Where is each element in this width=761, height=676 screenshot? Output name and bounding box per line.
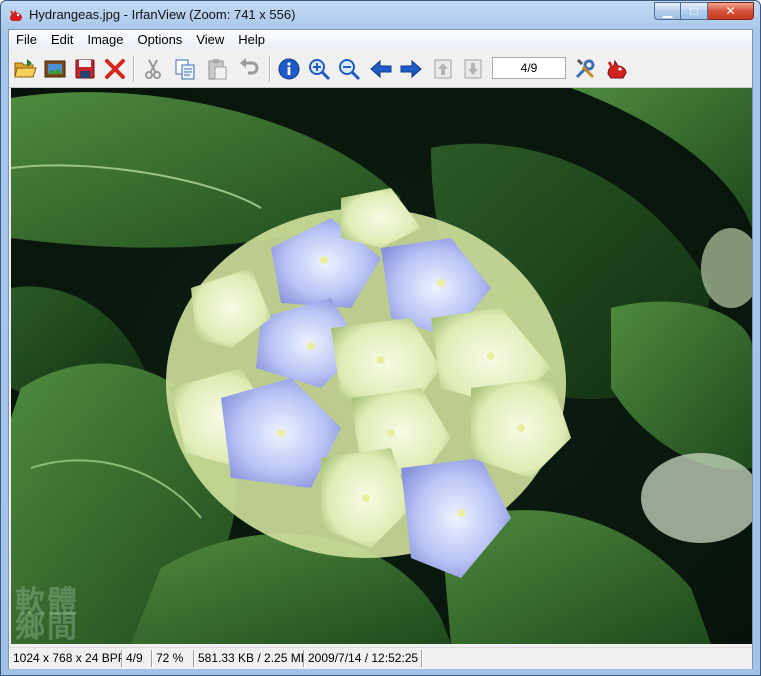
irfanview-window: Hydrangeas.jpg - IrfanView (Zoom: 741 x … [0,0,761,676]
maximize-button[interactable]: □ [681,2,708,20]
menu-view[interactable]: View [189,30,231,50]
paste-icon [208,59,227,80]
cut-icon [145,59,161,79]
menu-file[interactable]: File [9,30,44,50]
client-area: File Edit Image Options View Help 4/9 軟體… [8,29,753,669]
hydrangea-photo [11,88,752,644]
undo-button[interactable] [235,55,263,83]
zoom-out-button[interactable] [335,55,363,83]
close-button[interactable]: ✕ [708,2,754,20]
zoom-out-icon [339,59,361,81]
window-controls: ▁ □ ✕ [654,2,754,21]
menu-image[interactable]: Image [80,30,130,50]
about-button[interactable] [603,55,631,83]
window-title: Hydrangeas.jpg - IrfanView (Zoom: 741 x … [29,7,296,22]
open-button[interactable] [11,55,39,83]
image-watermark: 軟體 鄉間 [15,586,79,644]
next-icon [400,59,422,79]
menu-options[interactable]: Options [131,30,190,50]
delete-icon [105,59,125,79]
status-file-size: 581.33 KB / 2.25 MB [194,650,304,667]
open-icon [14,59,37,78]
slideshow-button[interactable] [41,55,69,83]
properties-icon [575,58,595,79]
slideshow-icon [44,60,66,78]
cut-button[interactable] [139,55,167,83]
status-dimensions: 1024 x 768 x 24 BPP [9,650,122,667]
status-index: 4/9 [122,650,152,667]
zoom-in-icon [309,59,331,81]
status-empty [422,650,752,667]
status-date: 2009/7/14 / 12:52:25 [304,650,422,667]
first-file-icon [434,59,452,79]
status-zoom: 72 % [152,650,194,667]
toolbar-separator [269,56,271,82]
copy-button[interactable] [171,55,199,83]
info-button[interactable] [275,55,303,83]
copy-icon [175,59,195,80]
menu-bar: File Edit Image Options View Help [9,30,752,50]
close-icon: ✕ [725,4,736,18]
last-file-button[interactable] [459,55,487,83]
last-file-icon [464,59,482,79]
zoom-in-button[interactable] [305,55,333,83]
menu-edit[interactable]: Edit [44,30,80,50]
menu-help[interactable]: Help [231,30,272,50]
delete-button[interactable] [101,55,129,83]
save-button[interactable] [71,55,99,83]
toolbar-separator [133,56,135,82]
undo-icon [240,58,259,75]
info-icon [278,58,300,80]
image-viewport[interactable]: 軟體 鄉間 [11,88,752,644]
page-indicator-field[interactable]: 4/9 [492,57,566,79]
irfanview-logo-icon [607,59,627,79]
previous-icon [370,59,392,79]
toolbar: 4/9 [9,51,752,88]
save-icon [75,59,95,79]
next-button[interactable] [397,55,425,83]
paste-button[interactable] [203,55,231,83]
status-bar: 1024 x 768 x 24 BPP 4/9 72 % 581.33 KB /… [9,647,752,669]
properties-button[interactable] [571,55,599,83]
minimize-button[interactable]: ▁ [654,2,681,20]
maximize-icon: □ [690,4,698,18]
minimize-icon: ▁ [662,4,673,18]
previous-button[interactable] [367,55,395,83]
irfanview-app-icon[interactable] [8,7,24,23]
first-file-button[interactable] [429,55,457,83]
title-bar[interactable]: Hydrangeas.jpg - IrfanView (Zoom: 741 x … [1,1,760,29]
